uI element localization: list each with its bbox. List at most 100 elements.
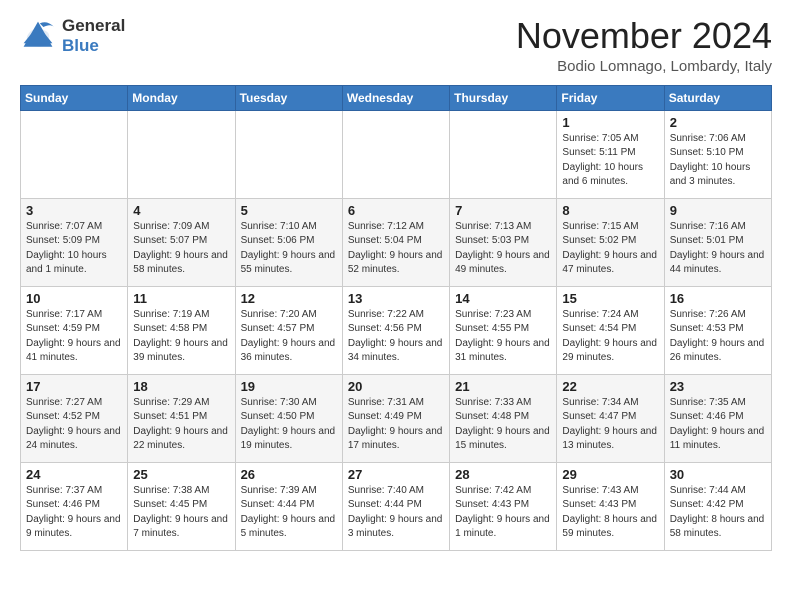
day-number: 20 bbox=[348, 379, 444, 394]
week-row-2: 10Sunrise: 7:17 AM Sunset: 4:59 PM Dayli… bbox=[21, 286, 772, 374]
day-number: 5 bbox=[241, 203, 337, 218]
day-info: Sunrise: 7:30 AM Sunset: 4:50 PM Dayligh… bbox=[241, 396, 337, 454]
weekday-header-saturday: Saturday bbox=[664, 85, 771, 110]
day-cell: 30 Sunrise: 7:44 AM Sunset: 4:42 PM Dayli… bbox=[664, 462, 771, 550]
day-info: Sunrise: 7:29 AM Sunset: 4:51 PM Dayligh… bbox=[133, 396, 229, 454]
day-cell: 16 Sunrise: 7:26 AM Sunset: 4:53 PM Dayli… bbox=[664, 286, 771, 374]
day-info: Sunrise: 7:34 AM Sunset: 4:47 PM Dayligh… bbox=[562, 396, 658, 454]
day-info: Sunrise: 7:40 AM Sunset: 4:44 PM Dayligh… bbox=[348, 484, 444, 542]
day-number: 10 bbox=[26, 291, 122, 306]
day-number: 15 bbox=[562, 291, 658, 306]
day-number: 11 bbox=[133, 291, 229, 306]
day-cell bbox=[128, 110, 235, 198]
day-number: 23 bbox=[670, 379, 766, 394]
weekday-header-sunday: Sunday bbox=[21, 85, 128, 110]
header: General Blue November 2024 Bodio Lomnago… bbox=[20, 16, 772, 75]
day-cell: 13Sunrise: 7:22 AM Sunset: 4:56 PM Dayli… bbox=[342, 286, 449, 374]
day-cell: 21 Sunrise: 7:33 AM Sunset: 4:48 PM Dayli… bbox=[450, 374, 557, 462]
day-number: 24 bbox=[26, 467, 122, 482]
day-cell: 27 Sunrise: 7:40 AM Sunset: 4:44 PM Dayli… bbox=[342, 462, 449, 550]
day-number: 22 bbox=[562, 379, 658, 394]
day-info: Sunrise: 7:23 AM Sunset: 4:55 PM Dayligh… bbox=[455, 308, 551, 366]
month-title: November 2024 bbox=[516, 16, 772, 56]
day-info: Sunrise: 7:10 AM Sunset: 5:06 PM Dayligh… bbox=[241, 220, 337, 278]
day-number: 30 bbox=[670, 467, 766, 482]
day-cell: 7Sunrise: 7:13 AM Sunset: 5:03 PM Daylig… bbox=[450, 198, 557, 286]
calendar-table: SundayMondayTuesdayWednesdayThursdayFrid… bbox=[20, 85, 772, 551]
day-number: 16 bbox=[670, 291, 766, 306]
day-cell: 17 Sunrise: 7:27 AM Sunset: 4:52 PM Dayli… bbox=[21, 374, 128, 462]
day-info: Sunrise: 7:16 AM Sunset: 5:01 PM Dayligh… bbox=[670, 220, 766, 278]
day-info: Sunrise: 7:35 AM Sunset: 4:46 PM Dayligh… bbox=[670, 396, 766, 454]
day-cell: 22 Sunrise: 7:34 AM Sunset: 4:47 PM Dayli… bbox=[557, 374, 664, 462]
weekday-header-row: SundayMondayTuesdayWednesdayThursdayFrid… bbox=[21, 85, 772, 110]
day-info: Sunrise: 7:37 AM Sunset: 4:46 PM Dayligh… bbox=[26, 484, 122, 542]
day-cell: 11 Sunrise: 7:19 AM Sunset: 4:58 PM Dayli… bbox=[128, 286, 235, 374]
day-cell: 4Sunrise: 7:09 AM Sunset: 5:07 PM Daylig… bbox=[128, 198, 235, 286]
day-cell: 28Sunrise: 7:42 AM Sunset: 4:43 PM Dayli… bbox=[450, 462, 557, 550]
weekday-header-monday: Monday bbox=[128, 85, 235, 110]
day-cell bbox=[21, 110, 128, 198]
day-info: Sunrise: 7:19 AM Sunset: 4:58 PM Dayligh… bbox=[133, 308, 229, 366]
day-number: 29 bbox=[562, 467, 658, 482]
day-cell: 8 Sunrise: 7:15 AM Sunset: 5:02 PM Daylig… bbox=[557, 198, 664, 286]
week-row-1: 3 Sunrise: 7:07 AM Sunset: 5:09 PM Daylig… bbox=[21, 198, 772, 286]
day-cell: 23 Sunrise: 7:35 AM Sunset: 4:46 PM Dayli… bbox=[664, 374, 771, 462]
weekday-header-wednesday: Wednesday bbox=[342, 85, 449, 110]
day-info: Sunrise: 7:44 AM Sunset: 4:42 PM Dayligh… bbox=[670, 484, 766, 542]
logo-icon bbox=[20, 18, 56, 54]
logo-blue: Blue bbox=[62, 36, 125, 56]
day-info: Sunrise: 7:22 AM Sunset: 4:56 PM Dayligh… bbox=[348, 308, 444, 366]
day-number: 27 bbox=[348, 467, 444, 482]
day-cell: 20 Sunrise: 7:31 AM Sunset: 4:49 PM Dayli… bbox=[342, 374, 449, 462]
logo-general: General bbox=[62, 16, 125, 36]
day-cell: 6Sunrise: 7:12 AM Sunset: 5:04 PM Daylig… bbox=[342, 198, 449, 286]
day-info: Sunrise: 7:20 AM Sunset: 4:57 PM Dayligh… bbox=[241, 308, 337, 366]
page: General Blue November 2024 Bodio Lomnago… bbox=[0, 0, 792, 567]
weekday-header-thursday: Thursday bbox=[450, 85, 557, 110]
day-cell: 25Sunrise: 7:38 AM Sunset: 4:45 PM Dayli… bbox=[128, 462, 235, 550]
day-info: Sunrise: 7:12 AM Sunset: 5:04 PM Dayligh… bbox=[348, 220, 444, 278]
day-number: 12 bbox=[241, 291, 337, 306]
day-cell: 29 Sunrise: 7:43 AM Sunset: 4:43 PM Dayli… bbox=[557, 462, 664, 550]
day-info: Sunrise: 7:33 AM Sunset: 4:48 PM Dayligh… bbox=[455, 396, 551, 454]
day-info: Sunrise: 7:42 AM Sunset: 4:43 PM Dayligh… bbox=[455, 484, 551, 542]
day-cell: 18Sunrise: 7:29 AM Sunset: 4:51 PM Dayli… bbox=[128, 374, 235, 462]
day-number: 21 bbox=[455, 379, 551, 394]
day-info: Sunrise: 7:24 AM Sunset: 4:54 PM Dayligh… bbox=[562, 308, 658, 366]
day-number: 25 bbox=[133, 467, 229, 482]
day-number: 26 bbox=[241, 467, 337, 482]
day-cell bbox=[235, 110, 342, 198]
day-number: 19 bbox=[241, 379, 337, 394]
day-number: 8 bbox=[562, 203, 658, 218]
day-info: Sunrise: 7:27 AM Sunset: 4:52 PM Dayligh… bbox=[26, 396, 122, 454]
week-row-0: 1 Sunrise: 7:05 AM Sunset: 5:11 PM Daylig… bbox=[21, 110, 772, 198]
day-cell: 19 Sunrise: 7:30 AM Sunset: 4:50 PM Dayli… bbox=[235, 374, 342, 462]
day-cell: 15 Sunrise: 7:24 AM Sunset: 4:54 PM Dayli… bbox=[557, 286, 664, 374]
day-number: 3 bbox=[26, 203, 122, 218]
day-info: Sunrise: 7:26 AM Sunset: 4:53 PM Dayligh… bbox=[670, 308, 766, 366]
day-info: Sunrise: 7:05 AM Sunset: 5:11 PM Dayligh… bbox=[562, 132, 658, 190]
logo: General Blue bbox=[20, 16, 125, 55]
day-number: 1 bbox=[562, 115, 658, 130]
day-number: 9 bbox=[670, 203, 766, 218]
title-block: November 2024 Bodio Lomnago, Lombardy, I… bbox=[516, 16, 772, 75]
day-info: Sunrise: 7:06 AM Sunset: 5:10 PM Dayligh… bbox=[670, 132, 766, 190]
day-cell: 1 Sunrise: 7:05 AM Sunset: 5:11 PM Daylig… bbox=[557, 110, 664, 198]
logo-text: General Blue bbox=[62, 16, 125, 55]
day-cell: 2 Sunrise: 7:06 AM Sunset: 5:10 PM Daylig… bbox=[664, 110, 771, 198]
day-info: Sunrise: 7:09 AM Sunset: 5:07 PM Dayligh… bbox=[133, 220, 229, 278]
day-info: Sunrise: 7:43 AM Sunset: 4:43 PM Dayligh… bbox=[562, 484, 658, 542]
day-info: Sunrise: 7:31 AM Sunset: 4:49 PM Dayligh… bbox=[348, 396, 444, 454]
day-cell: 3 Sunrise: 7:07 AM Sunset: 5:09 PM Daylig… bbox=[21, 198, 128, 286]
day-info: Sunrise: 7:13 AM Sunset: 5:03 PM Dayligh… bbox=[455, 220, 551, 278]
weekday-header-tuesday: Tuesday bbox=[235, 85, 342, 110]
day-cell: 12 Sunrise: 7:20 AM Sunset: 4:57 PM Dayli… bbox=[235, 286, 342, 374]
day-number: 2 bbox=[670, 115, 766, 130]
day-cell: 10Sunrise: 7:17 AM Sunset: 4:59 PM Dayli… bbox=[21, 286, 128, 374]
day-cell bbox=[450, 110, 557, 198]
day-cell: 24 Sunrise: 7:37 AM Sunset: 4:46 PM Dayli… bbox=[21, 462, 128, 550]
day-number: 17 bbox=[26, 379, 122, 394]
day-info: Sunrise: 7:07 AM Sunset: 5:09 PM Dayligh… bbox=[26, 220, 122, 278]
day-info: Sunrise: 7:15 AM Sunset: 5:02 PM Dayligh… bbox=[562, 220, 658, 278]
